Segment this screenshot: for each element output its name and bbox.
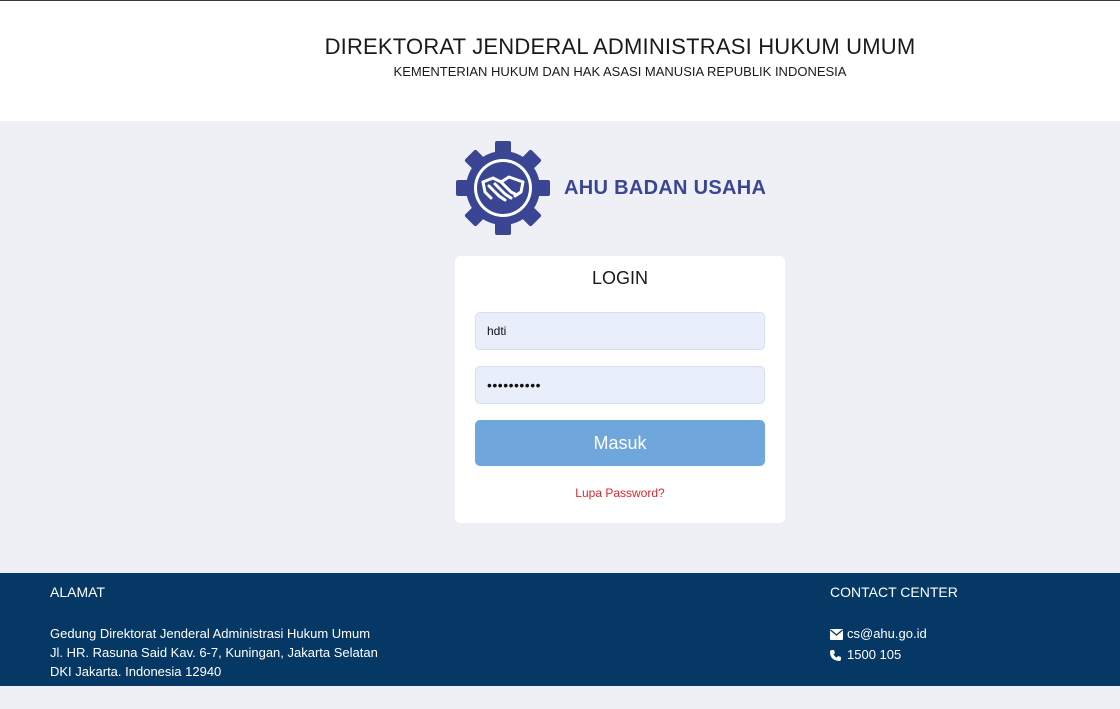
- phone-text: 1500 105: [847, 647, 902, 662]
- logo-text: AHU BADAN USAHA: [564, 177, 767, 199]
- password-input[interactable]: [475, 366, 765, 404]
- page-title: DIREKTORAT JENDERAL ADMINISTRASI HUKUM U…: [324, 34, 916, 59]
- username-input[interactable]: [475, 312, 765, 350]
- phone-icon: [830, 647, 844, 666]
- gear-handshake-icon: [456, 141, 550, 235]
- footer-contact: CONTACT CENTER cs@ahu.go.id 1500 105: [830, 584, 958, 666]
- address-line: Jl. HR. Rasuna Said Kav. 6-7, Kuningan, …: [50, 645, 378, 660]
- email-text: cs@ahu.go.id: [847, 626, 927, 641]
- contact-email: cs@ahu.go.id: [830, 624, 958, 645]
- forgot-password-link[interactable]: Lupa Password?: [455, 486, 785, 500]
- login-card: LOGIN Masuk Lupa Password?: [455, 256, 785, 523]
- footer-address: ALAMAT Gedung Direktorat Jenderal Admini…: [50, 584, 378, 681]
- login-heading: LOGIN: [591, 268, 648, 288]
- ahu-logo: AHU BADAN USAHA: [454, 140, 794, 238]
- address-heading: ALAMAT: [50, 584, 105, 600]
- address-line: Gedung Direktorat Jenderal Administrasi …: [50, 626, 371, 641]
- address-line: DKI Jakarta. Indonesia 12940: [50, 664, 222, 679]
- header: DIREKTORAT JENDERAL ADMINISTRASI HUKUM U…: [0, 0, 1120, 121]
- page-subtitle: KEMENTERIAN HUKUM DAN HAK ASASI MANUSIA …: [393, 64, 847, 79]
- contact-heading: CONTACT CENTER: [830, 584, 958, 600]
- login-button[interactable]: Masuk: [475, 420, 765, 466]
- envelope-icon: [830, 626, 844, 645]
- footer: ALAMAT Gedung Direktorat Jenderal Admini…: [0, 573, 1120, 686]
- contact-phone: 1500 105: [830, 645, 958, 666]
